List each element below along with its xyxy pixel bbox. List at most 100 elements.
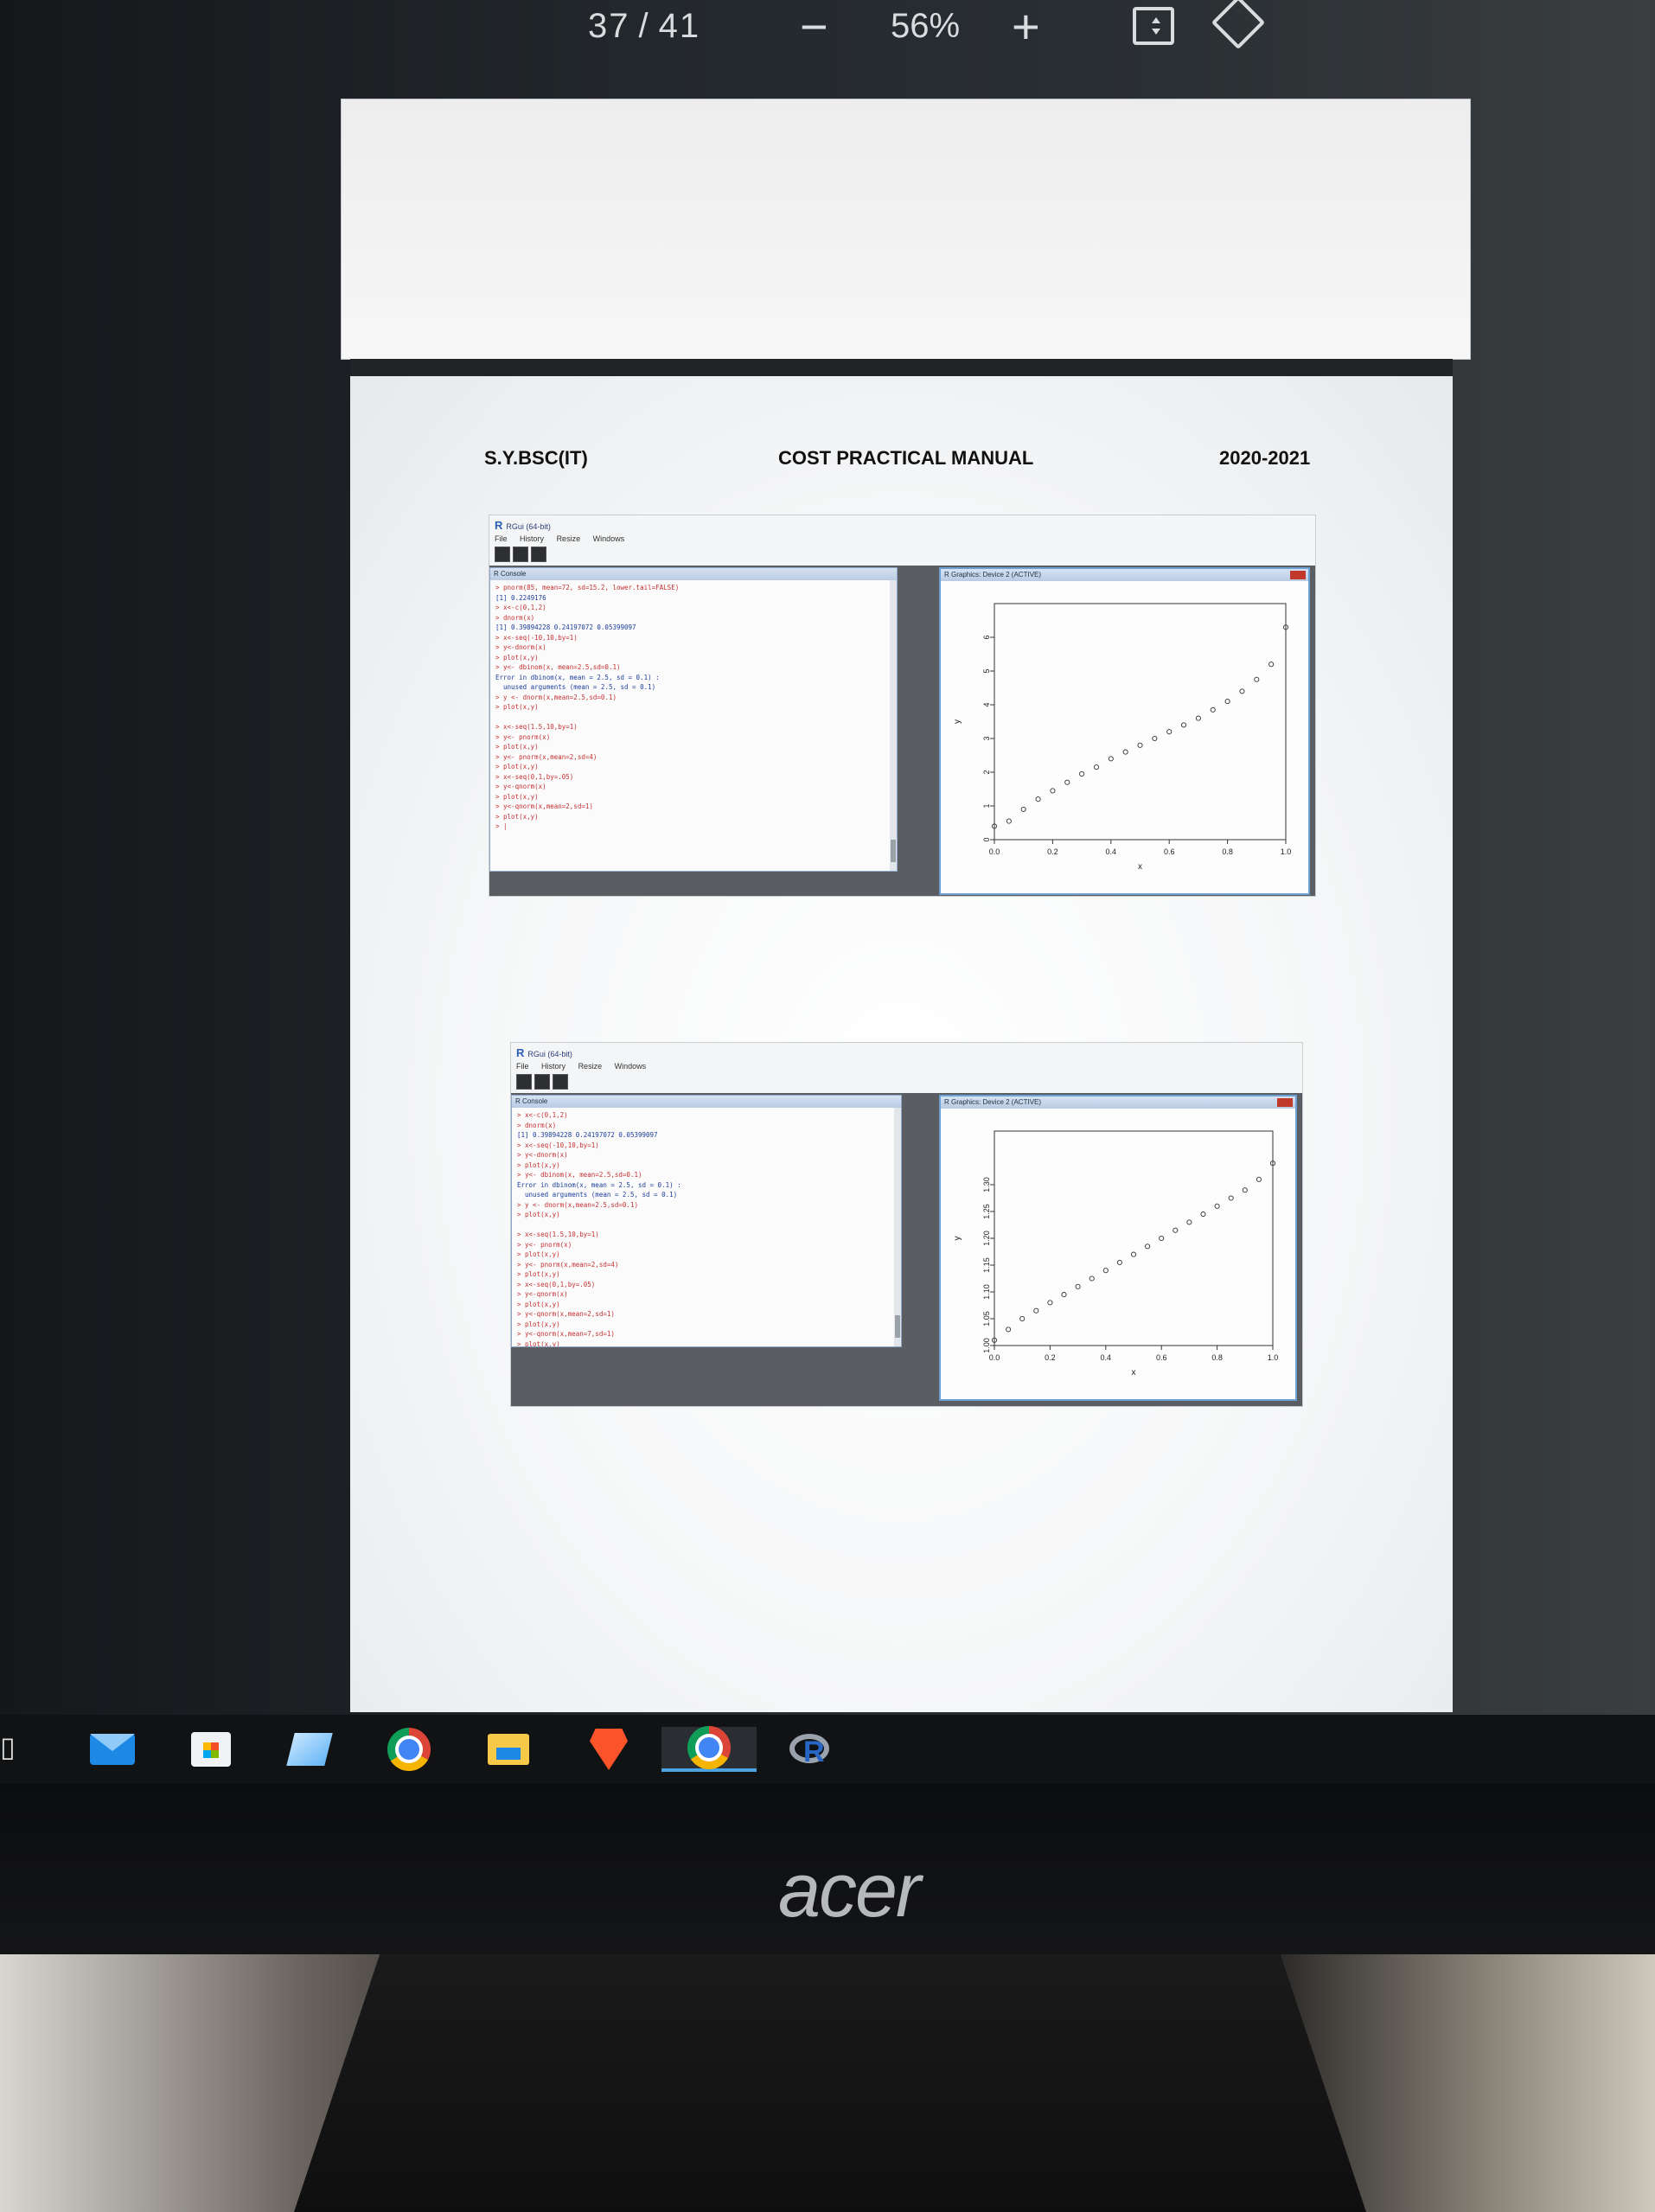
console-line: > y<- dbinom(x, mean=2.5,sd=0.1) <box>517 1171 642 1179</box>
file-explorer-icon[interactable] <box>484 1727 533 1772</box>
page-separator: / <box>638 6 650 45</box>
scatter-plot-2: 0.0 0.2 0.4 0.6 0.8 1.0 1.00 1.05 1.10 1.15 1.20 1.… <box>953 1130 1278 1378</box>
page-total: 41 <box>658 6 701 45</box>
r-logo: R <box>495 519 503 532</box>
previous-page <box>342 99 1470 359</box>
data-point <box>1159 1235 1165 1242</box>
y-tick-label: 1.30 <box>982 1177 991 1192</box>
open-script-icon[interactable] <box>516 1074 532 1090</box>
data-point <box>1186 1219 1192 1225</box>
chrome-icon-active[interactable] <box>661 1726 757 1772</box>
menu-windows[interactable]: Windows <box>593 534 625 543</box>
open-script-icon[interactable] <box>495 547 510 562</box>
data-point <box>1122 749 1128 755</box>
console-scrollbar[interactable] <box>894 1108 901 1346</box>
console-line: [1] 0.39894228 0.24197072 0.05399097 <box>517 1131 658 1139</box>
page-current[interactable]: 37 <box>588 7 630 46</box>
y-tick-label: 4 <box>982 702 991 706</box>
plot-frame <box>994 603 1287 841</box>
y-tick-label: 1.20 <box>982 1231 991 1246</box>
y-tick-label: 0 <box>982 837 991 841</box>
data-point <box>1047 1300 1053 1306</box>
data-point <box>1166 729 1173 735</box>
menu-windows[interactable]: Windows <box>615 1062 647 1071</box>
load-workspace-icon[interactable] <box>513 547 528 562</box>
menu-resize[interactable]: Resize <box>578 1062 603 1071</box>
data-point <box>1224 699 1230 705</box>
r-console[interactable]: R Console > pnorm(85, mean=72, sd=15.2, … <box>489 567 898 872</box>
menu-file[interactable]: File <box>495 534 508 543</box>
data-point <box>1050 788 1056 794</box>
plot-frame <box>994 1130 1274 1346</box>
x-tick-label: 0.6 <box>1164 847 1175 856</box>
task-view-icon[interactable]: ▯ <box>0 1730 19 1765</box>
graphics-title: R Graphics: Device 2 (ACTIVE) <box>941 1096 1295 1109</box>
x-axis-label: x <box>1138 862 1142 872</box>
header-title: COST PRACTICAL MANUAL <box>778 447 1034 469</box>
console-line: > plot(x,y) <box>495 763 539 770</box>
console-line: > y<- dbinom(x, mean=2.5,sd=0.1) <box>495 663 621 671</box>
rotate-icon[interactable] <box>1211 0 1266 50</box>
data-point <box>1200 1211 1206 1218</box>
x-tick-label: 0.4 <box>1101 1353 1112 1362</box>
fit-page-icon[interactable] <box>1133 7 1174 45</box>
console-scrollbar[interactable] <box>890 580 897 871</box>
r-app-icon[interactable] <box>787 1727 835 1772</box>
console-line: > y<- pnorm(x,mean=2,sd=4) <box>517 1260 619 1269</box>
header-year: 2020-2021 <box>1219 447 1311 469</box>
menu-file[interactable]: File <box>516 1062 529 1071</box>
console-line: > x<-seq(1.5,10,by=1) <box>495 723 578 731</box>
console-line: > plot(x,y) <box>495 743 539 751</box>
data-point <box>1145 1243 1151 1250</box>
save-workspace-icon[interactable] <box>531 547 546 562</box>
rgui-title: R RGui (64-bit) <box>516 1046 572 1059</box>
r-graphics-window[interactable]: R Graphics: Device 2 (ACTIVE) 0.0 0.2 0.4 0… <box>939 567 1310 895</box>
save-workspace-icon[interactable] <box>553 1074 568 1090</box>
console-line: > y<-qnorm(x) <box>495 783 546 790</box>
console-line: > y<- pnorm(x,mean=2,sd=4) <box>495 752 597 761</box>
data-point <box>1006 1327 1012 1333</box>
y-axis-label: y <box>953 1237 962 1241</box>
data-point <box>1064 779 1070 785</box>
page-counter[interactable]: 37 / 41 <box>588 0 700 52</box>
data-point <box>1102 1268 1109 1274</box>
console-line: > y <- dnorm(x,mean=2.5,sd=0.1) <box>517 1200 638 1209</box>
graphics-title: R Graphics: Device 2 (ACTIVE) <box>941 569 1308 581</box>
console-line: > x<-seq(0,1,by=.05) <box>517 1280 596 1288</box>
r-console[interactable]: R Console > x<-c(0,1,2) > dnorm(x) [1] 0.3… <box>511 1095 902 1347</box>
console-line: > y<-qnorm(x,mean=7,sd=1) <box>517 1330 615 1338</box>
brave-icon[interactable] <box>585 1727 633 1772</box>
x-tick-label: 0.0 <box>989 1353 1000 1362</box>
menu-history[interactable]: History <box>541 1062 566 1071</box>
x-tick-label: 0.4 <box>1106 847 1117 856</box>
data-point <box>1089 1275 1095 1282</box>
zoom-in-button[interactable]: + <box>1012 0 1040 54</box>
x-tick-label: 0.6 <box>1156 1353 1167 1362</box>
mail-icon[interactable] <box>88 1727 137 1772</box>
chrome-icon[interactable] <box>385 1727 433 1772</box>
zoom-out-button[interactable]: − <box>800 0 828 54</box>
pdf-page: S.Y.BSC(IT) COST PRACTICAL MANUAL 2020-2… <box>350 376 1453 1712</box>
console-line: [1] 0.2249176 <box>495 593 546 602</box>
data-point <box>1228 1195 1234 1201</box>
console-line: > plot(x,y) <box>517 1300 560 1308</box>
close-icon[interactable] <box>1277 1098 1293 1107</box>
y-tick-label: 2 <box>982 770 991 774</box>
data-point <box>1035 796 1041 802</box>
load-workspace-icon[interactable] <box>534 1074 550 1090</box>
store-icon[interactable] <box>187 1727 235 1772</box>
data-point <box>1108 756 1114 762</box>
windows-taskbar: ▯ <box>0 1715 1655 1784</box>
data-point <box>1173 1227 1179 1233</box>
menu-resize[interactable]: Resize <box>557 534 581 543</box>
menu-history[interactable]: History <box>520 534 544 543</box>
sticky-notes-icon[interactable] <box>285 1727 334 1772</box>
r-graphics-window[interactable]: R Graphics: Device 2 (ACTIVE) 0.0 0.2 0.4 0… <box>939 1095 1297 1401</box>
console-line: > y<- pnorm(x) <box>517 1240 572 1249</box>
r-logo: R <box>516 1046 525 1059</box>
data-point <box>1268 662 1275 668</box>
data-point <box>1137 742 1143 748</box>
close-icon[interactable] <box>1290 571 1306 579</box>
console-line: > plot(x,y) <box>517 1160 560 1169</box>
